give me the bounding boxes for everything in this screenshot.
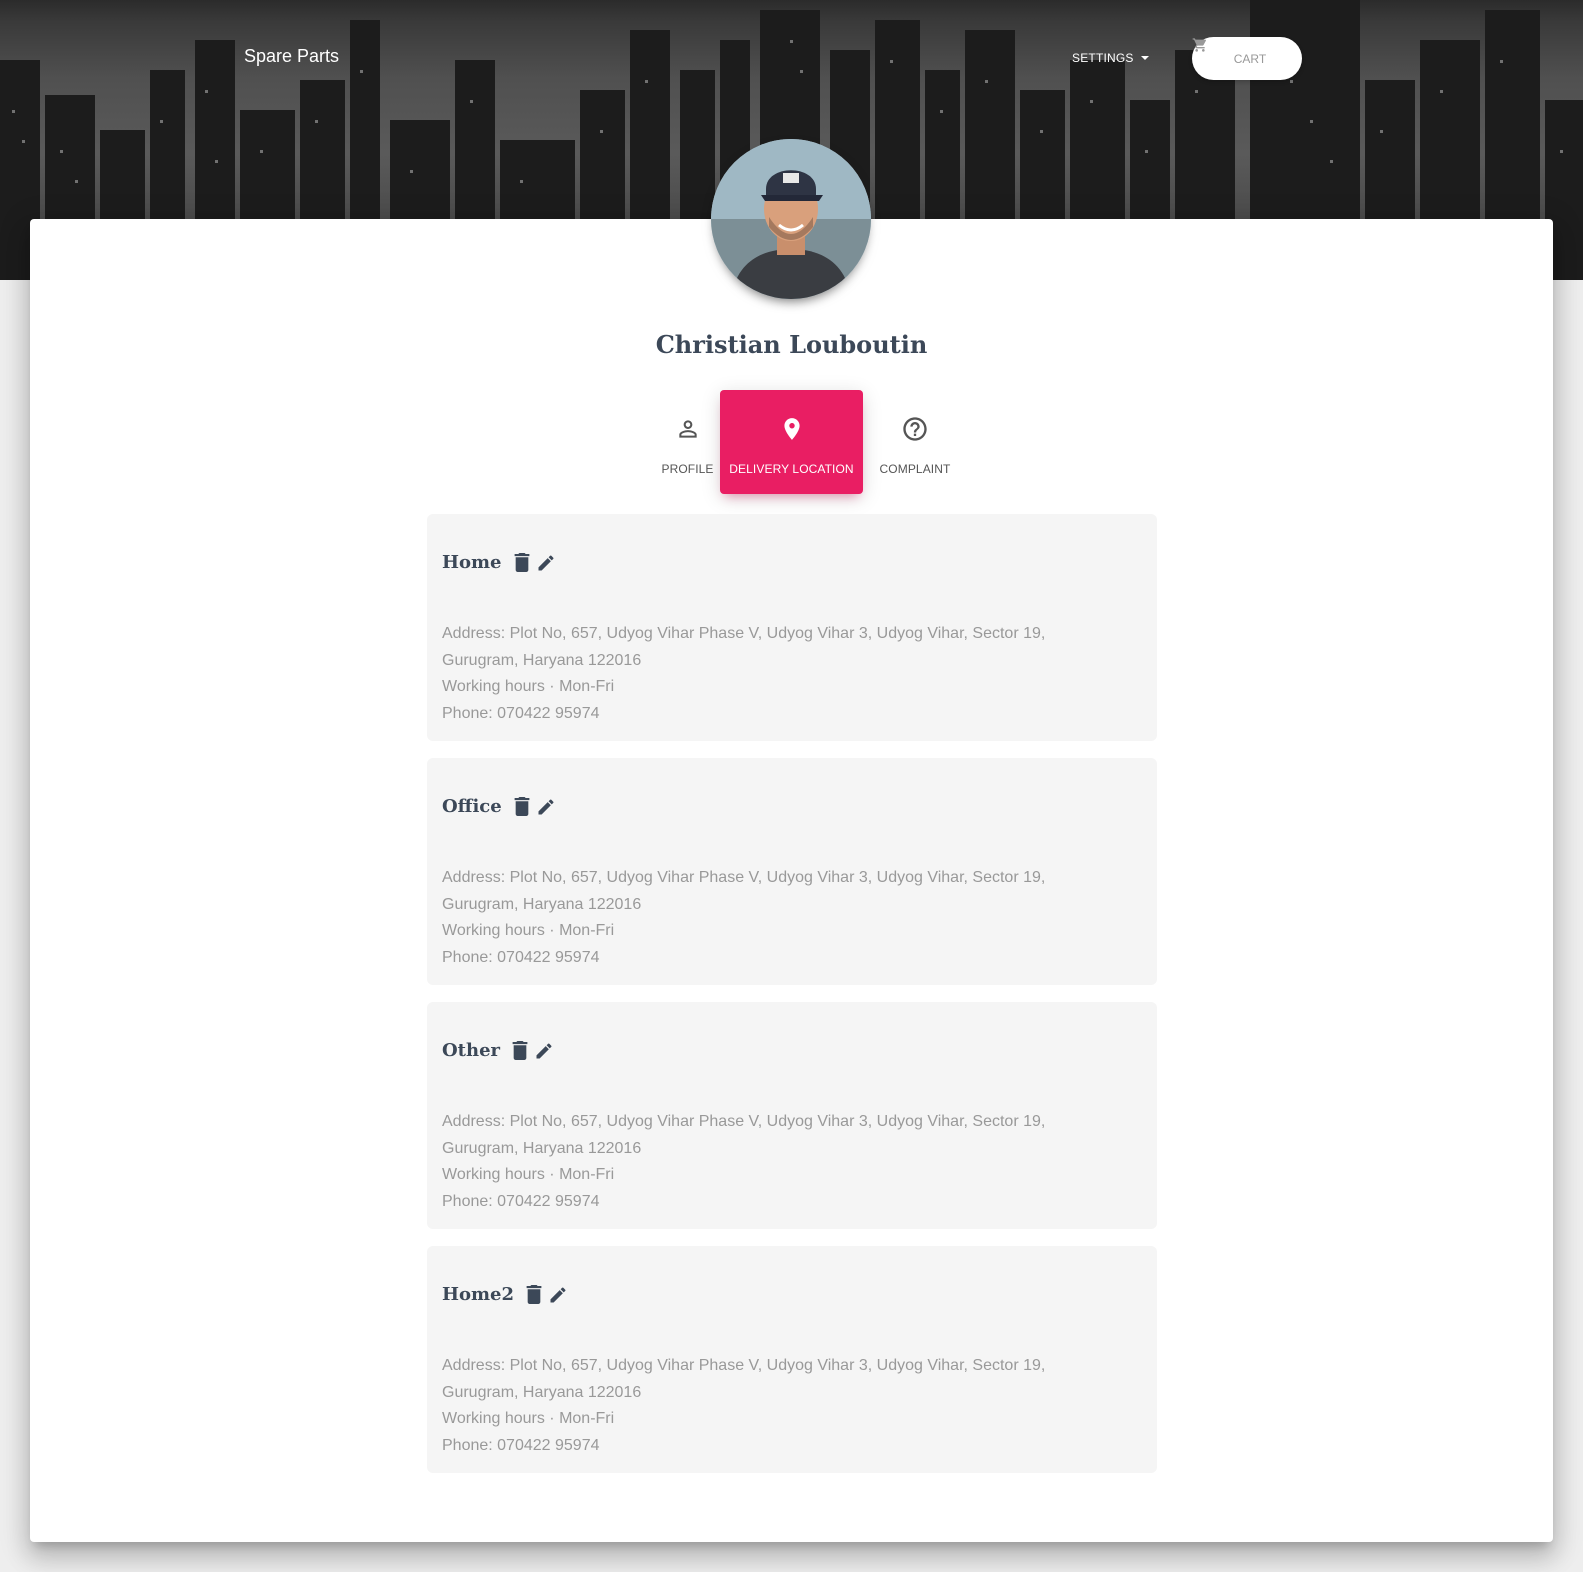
caret-down-icon <box>1140 56 1149 60</box>
delete-icon[interactable] <box>514 797 530 816</box>
phone-number: Phone: 070422 95974 <box>442 948 600 966</box>
address-card-home: Home Address: Plot No, 657, Udyog Vihar … <box>427 514 1157 741</box>
delete-icon[interactable] <box>512 1041 528 1060</box>
address-line: Address: Plot No, 657, Udyog Vihar Phase… <box>442 869 1046 913</box>
delete-icon[interactable] <box>526 1285 542 1304</box>
tab-label: COMPLAINT <box>879 462 951 476</box>
edit-icon[interactable] <box>536 797 556 817</box>
settings-label: SETTINGS <box>1072 51 1134 65</box>
location-pin-icon <box>779 414 805 444</box>
address-title: Office <box>442 796 502 817</box>
address-title: Other <box>442 1040 501 1061</box>
profile-name: Christian Louboutin <box>655 330 928 359</box>
tab-label: DELIVERY LOCATION <box>729 462 854 476</box>
cart-label: CART <box>1233 51 1267 66</box>
address-card-other: Other Address: Plot No, 657, Udyog Vihar… <box>427 1002 1157 1229</box>
phone-number: Phone: 070422 95974 <box>442 1436 600 1454</box>
edit-icon[interactable] <box>536 553 556 573</box>
address-title: Home <box>442 552 502 573</box>
cart-button[interactable]: CART <box>1192 37 1302 80</box>
address-title: Home2 <box>442 1284 515 1305</box>
address-line: Address: Plot No, 657, Udyog Vihar Phase… <box>442 625 1046 669</box>
address-card-office: Office Address: Plot No, 657, Udyog Viha… <box>427 758 1157 985</box>
brand-link[interactable]: Spare Parts <box>244 46 339 67</box>
person-icon <box>675 414 701 444</box>
settings-dropdown[interactable]: SETTINGS <box>1072 51 1149 65</box>
address-card-home2: Home2 Address: Plot No, 657, Udyog Vihar… <box>427 1246 1157 1473</box>
address-line: Address: Plot No, 657, Udyog Vihar Phase… <box>442 1357 1046 1401</box>
avatar <box>711 139 871 299</box>
avatar-photo <box>711 139 871 299</box>
tab-delivery-location[interactable]: DELIVERY LOCATION <box>720 390 863 494</box>
help-circle-icon <box>901 414 929 444</box>
edit-icon[interactable] <box>548 1285 568 1305</box>
tab-label: PROFILE <box>661 462 714 476</box>
working-hours: Working hours · Mon-Fri <box>442 1410 615 1427</box>
profile-tabs: PROFILE DELIVERY LOCATION COMPLAINT <box>616 390 966 494</box>
edit-icon[interactable] <box>534 1041 554 1061</box>
working-hours: Working hours · Mon-Fri <box>442 678 615 695</box>
tab-complaint[interactable]: COMPLAINT <box>853 390 977 494</box>
address-line: Address: Plot No, 657, Udyog Vihar Phase… <box>442 1113 1046 1157</box>
working-hours: Working hours · Mon-Fri <box>442 922 615 939</box>
delete-icon[interactable] <box>514 553 530 572</box>
phone-number: Phone: 070422 95974 <box>442 1192 600 1210</box>
phone-number: Phone: 070422 95974 <box>442 704 600 722</box>
working-hours: Working hours · Mon-Fri <box>442 1166 615 1183</box>
